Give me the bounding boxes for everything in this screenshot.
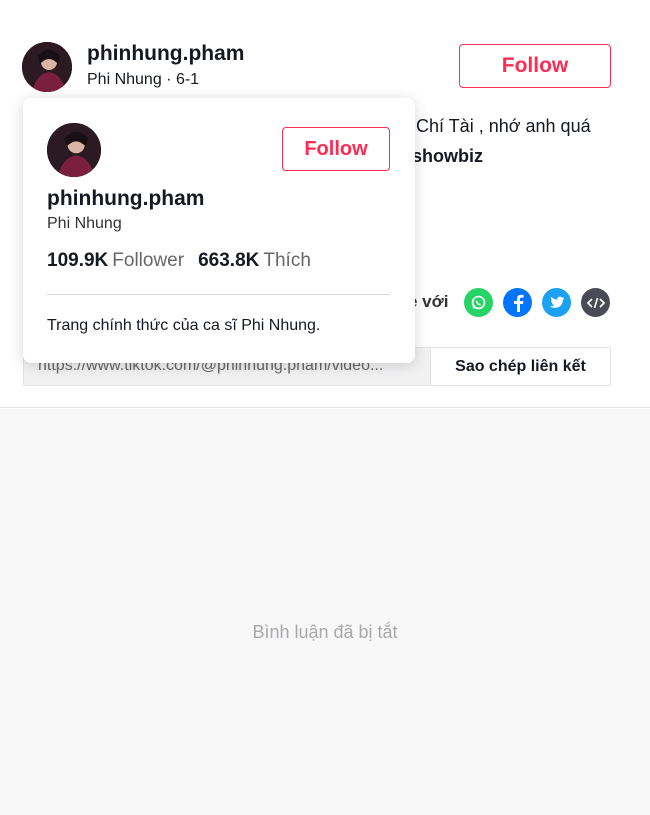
profile-card-divider bbox=[47, 294, 390, 295]
author-subtitle: Phi Nhung · 6-1 bbox=[87, 71, 200, 88]
video-description-line: Chí Tài , nhớ anh quá bbox=[416, 116, 591, 136]
profile-card-username[interactable]: phinhung.pham bbox=[47, 187, 204, 211]
comments-section: Bình luận đã bị tắt bbox=[0, 409, 650, 815]
facebook-icon[interactable] bbox=[503, 288, 532, 317]
copy-link-button[interactable]: Sao chép liên kết bbox=[430, 348, 610, 385]
profile-card-nickname: Phi Nhung bbox=[47, 215, 122, 232]
profile-card-bio: Trang chính thức của ca sĩ Phi Nhung. bbox=[47, 317, 321, 334]
likes-count: 663.8K bbox=[198, 250, 260, 271]
video-hashtag[interactable]: showbiz bbox=[412, 146, 483, 167]
author-username[interactable]: phinhung.pham bbox=[87, 42, 244, 66]
followers-count: 109.9K bbox=[47, 250, 109, 271]
profile-card-stats: 109.9K Follower 663.8K Thích bbox=[47, 250, 325, 272]
author-avatar[interactable] bbox=[22, 42, 72, 92]
profile-hover-card: Follow phinhung.pham Phi Nhung 109.9K Fol… bbox=[23, 98, 415, 363]
profile-card-avatar[interactable] bbox=[47, 123, 101, 177]
twitter-icon[interactable] bbox=[542, 288, 571, 317]
followers-label: Follower bbox=[112, 250, 185, 271]
profile-card-follow-button[interactable]: Follow bbox=[282, 127, 390, 171]
whatsapp-icon[interactable] bbox=[464, 288, 493, 317]
embed-icon[interactable] bbox=[581, 288, 610, 317]
likes-label: Thích bbox=[263, 250, 311, 271]
comments-disabled-text: Bình luận đã bị tắt bbox=[252, 622, 398, 642]
follow-button[interactable]: Follow bbox=[459, 44, 611, 88]
